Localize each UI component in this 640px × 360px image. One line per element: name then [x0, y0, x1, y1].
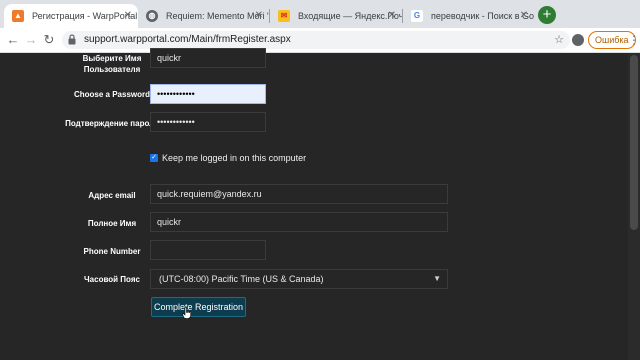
username-field[interactable]: quickr	[150, 48, 266, 68]
tab-title: Requiem: Memento Mori "Free	[166, 11, 269, 21]
timezone-select[interactable]: (UTC-08:00) Pacific Time (US & Canada) ▼	[150, 269, 448, 289]
close-icon[interactable]: ✕	[255, 4, 263, 28]
back-arrow-icon[interactable]: ←	[4, 31, 22, 49]
chevron-down-icon: ▼	[433, 274, 441, 283]
forward-arrow-icon[interactable]: →	[22, 31, 40, 49]
tab-warpportal[interactable]: ▲ Регистрация - WarpPortal ✕	[4, 4, 138, 28]
tab-title: Регистрация - WarpPortal	[32, 11, 138, 21]
yandex-mail-icon: ✉	[278, 10, 290, 22]
close-icon[interactable]: ✕	[124, 4, 132, 28]
phone-field[interactable]	[150, 240, 266, 260]
complete-registration-button[interactable]: Complete Registration	[151, 297, 246, 317]
email-field[interactable]: quick.requiem@yandex.ru	[150, 184, 448, 204]
tab-title: Входящие — Яндекс.Почта	[298, 11, 402, 21]
tab-strip: ▲ Регистрация - WarpPortal ✕ ◍ Requiem: …	[0, 0, 640, 28]
url-text: support.warpportal.com/Main/frmRegister.…	[84, 34, 291, 45]
fullname-label: Полное Имя	[87, 219, 137, 228]
tab-requiem[interactable]: ◍ Requiem: Memento Mori "Free ✕	[138, 4, 269, 28]
lock-icon	[68, 34, 76, 45]
keep-logged-in-checkbox[interactable]: ✓	[150, 154, 158, 162]
email-label: Адрес email	[88, 191, 136, 200]
fullname-field[interactable]: quickr	[150, 212, 448, 232]
star-icon[interactable]: ☆	[554, 31, 564, 49]
close-icon[interactable]: ✕	[388, 4, 396, 28]
timezone-label: Часовой Пояс	[84, 275, 140, 284]
new-tab-button[interactable]: +	[538, 6, 556, 24]
menu-dots-icon[interactable]: ⋮	[628, 31, 640, 49]
tab-title: переводчик - Поиск в Google	[431, 11, 534, 21]
phone-label: Phone Number	[83, 247, 141, 256]
reload-icon[interactable]: ↻	[40, 31, 58, 49]
browser-toolbar: ← → ↻ support.warpportal.com/Main/frmReg…	[0, 28, 640, 53]
confirm-password-label: Подтверждение пароля	[65, 119, 159, 128]
hand-cursor-icon	[182, 307, 191, 319]
tab-google-search[interactable]: G переводчик - Поиск в Google ✕	[403, 4, 534, 28]
page-scrollbar[interactable]	[628, 53, 640, 360]
password-field[interactable]: ••••••••••••	[150, 84, 266, 104]
profile-avatar-icon[interactable]	[572, 34, 584, 46]
confirm-password-field[interactable]: ••••••••••••	[150, 112, 266, 132]
keep-logged-in-label: Keep me logged in on this computer	[162, 153, 307, 163]
tab-yandex-mail[interactable]: ✉ Входящие — Яндекс.Почта ✕	[270, 4, 402, 28]
globe-icon: ◍	[146, 10, 158, 22]
warpportal-icon: ▲	[12, 10, 24, 22]
google-icon: G	[411, 10, 423, 22]
timezone-value: (UTC-08:00) Pacific Time (US & Canada)	[159, 274, 324, 284]
address-bar[interactable]: support.warpportal.com/Main/frmRegister.…	[62, 31, 570, 49]
close-icon[interactable]: ✕	[520, 4, 528, 28]
scrollbar-thumb[interactable]	[630, 55, 638, 230]
username-label: Выберите Имя Пользователя	[82, 54, 142, 74]
